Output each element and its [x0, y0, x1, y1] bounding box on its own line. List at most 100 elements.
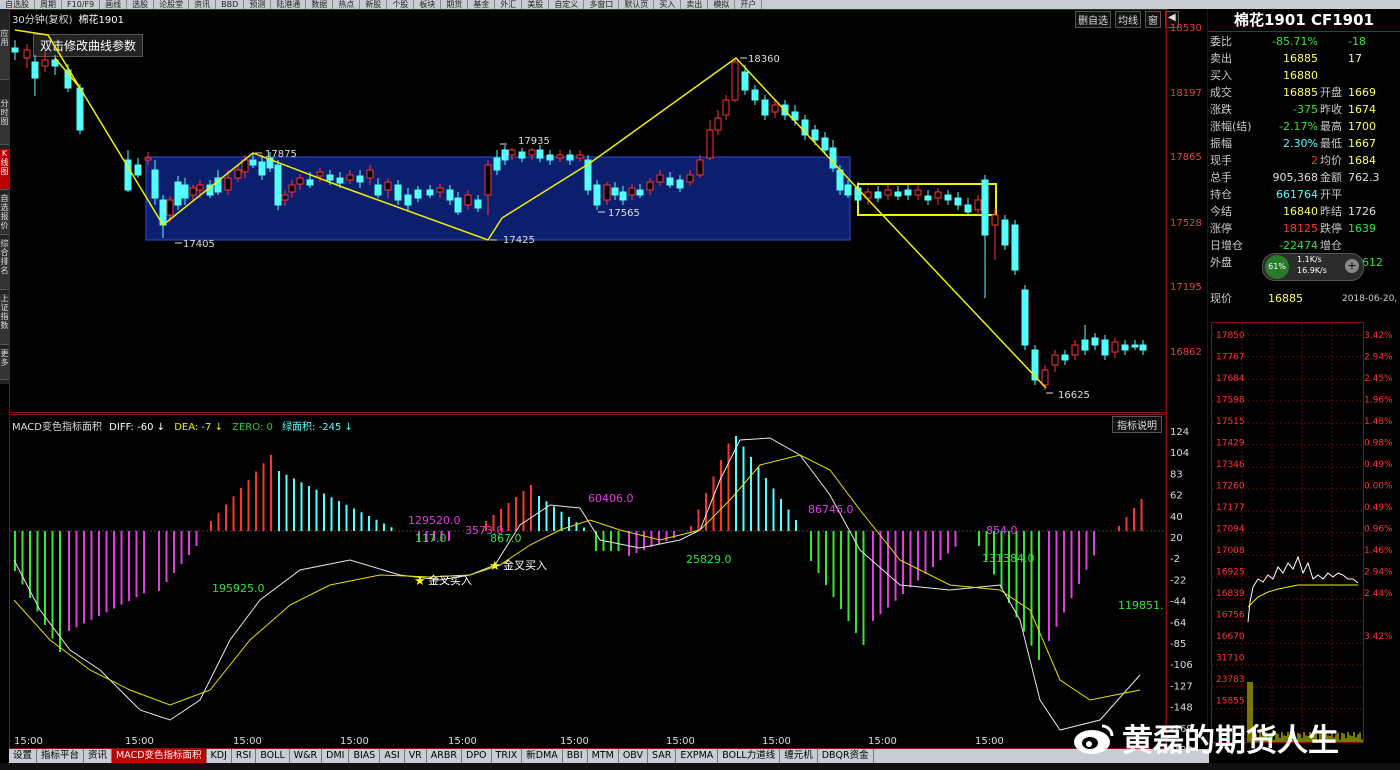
indicator-tab[interactable]: SAR [648, 749, 677, 763]
candle-body [771, 104, 779, 113]
indicator-tab[interactable]: 新DMA [522, 749, 563, 763]
macd-bar [180, 531, 183, 564]
mini-price-tick: 17094 [1216, 525, 1245, 535]
candle [593, 180, 601, 210]
quote-value-1: 661764 [1276, 188, 1318, 201]
macd-bar [978, 531, 980, 546]
macd-area-annotation: 129520.0 [408, 514, 461, 527]
indicator-tab[interactable]: ASI [380, 749, 405, 763]
macd-tick: -148 [1170, 703, 1193, 714]
quote-label-1: 今结 [1210, 205, 1232, 218]
speed-widget[interactable]: 61% 1.1K/s 16.9K/s + [1262, 253, 1364, 281]
mini-pct-tick: 2.94% [1364, 353, 1393, 363]
indicator-tab[interactable]: BOLL [256, 749, 290, 763]
indicator-tab[interactable]: BBI [563, 749, 588, 763]
macd-bar [825, 531, 827, 585]
candle-body [666, 177, 674, 186]
golden-cross-label: 金叉买入 [503, 558, 547, 572]
indicator-tab[interactable]: VR [405, 749, 427, 763]
quote-row: 涨跌 -375 昨收 1674 [1208, 101, 1400, 118]
macd-bar [240, 488, 242, 531]
indicator-tab[interactable]: TRIX [492, 749, 523, 763]
quote-value-1: 16840 [1283, 205, 1318, 218]
quote-row: 振幅 2.30% 最低 1667 [1208, 135, 1400, 152]
add-icon[interactable]: + [1345, 259, 1359, 273]
indicator-tab[interactable]: EXPMA [676, 749, 719, 763]
macd-bar [360, 512, 363, 531]
indicator-tab[interactable]: 缠元机 [780, 749, 818, 763]
quote-value-2: 1700 [1348, 120, 1376, 133]
candle-body [31, 61, 39, 79]
macd-bar [105, 531, 108, 613]
macd-bar [308, 486, 310, 531]
candle [981, 175, 989, 298]
candle [731, 58, 739, 102]
indicator-tab[interactable]: 设置 [9, 749, 38, 763]
macd-area-annotation: 25829.0 [686, 553, 732, 566]
quote-row: 日增仓 -22474 增仓 [1208, 237, 1400, 254]
macd-bar [135, 531, 138, 598]
macd-bar [1015, 531, 1018, 618]
macd-bar [772, 488, 775, 531]
indicator-tab[interactable]: 资讯 [84, 749, 113, 763]
macd-bar [448, 531, 450, 541]
mini-price-tick: 17850 [1216, 331, 1245, 341]
mini-price-tick: 17429 [1216, 439, 1245, 449]
quote-label-1: 外盘 [1210, 256, 1232, 269]
indicator-tab[interactable]: RSI [232, 749, 257, 763]
indicator-tab[interactable]: MACD变色指标面积 [112, 749, 207, 763]
indicator-tab[interactable]: DMI [322, 749, 350, 763]
macd-bar [795, 520, 797, 531]
now-label: 现价 [1210, 292, 1232, 305]
candle [1021, 285, 1029, 350]
candle-body [914, 189, 922, 196]
macd-dea: DEA: -7 ↓ [174, 422, 223, 433]
candle-body [656, 174, 664, 183]
mini-price-tick: 16670 [1216, 632, 1245, 642]
intraday-mini-chart[interactable]: 17850 17767 17684 17598 17515 17429 17346 17260… [1208, 317, 1400, 757]
candle [274, 160, 282, 210]
price-annotation: 17565 [608, 208, 640, 219]
time-tick: 15:00 [448, 736, 477, 747]
macd-bar [855, 531, 857, 633]
indicator-tab[interactable]: OBV [619, 749, 649, 763]
indicator-tab[interactable]: DBQR资金 [818, 749, 874, 763]
candle-body [954, 197, 962, 206]
indicator-tab[interactable]: BOLL力道线 [718, 749, 781, 763]
diff-line [13, 437, 1141, 731]
macd-bar [293, 478, 295, 531]
mini-pct-tick: 0.49% [1364, 460, 1393, 470]
now-value: 16885 [1268, 292, 1303, 305]
kline-macd-chart[interactable]: 18360 17875 17935 17405 17425 17565 16625 1853… [0, 0, 1208, 750]
candle-body [306, 179, 314, 186]
golden-cross-label: 金叉买入 [428, 573, 472, 587]
macd-bar [1070, 531, 1073, 599]
candle-body [166, 199, 174, 216]
indicator-tab[interactable]: MTM [588, 749, 619, 763]
candle [934, 188, 942, 205]
indicator-tab[interactable]: DPO [462, 749, 492, 763]
candle-body [731, 61, 739, 101]
macd-bar [583, 527, 585, 531]
macd-bar [902, 531, 904, 594]
now-datetime: 2018-06-20, [1342, 294, 1398, 304]
candle-body [536, 149, 544, 159]
indicator-tab[interactable]: BIAS [349, 749, 381, 763]
indicator-tab[interactable]: KDJ [207, 749, 232, 763]
candle [874, 186, 882, 202]
macd-area-annotation: 86746.0 [808, 503, 854, 516]
indicator-tab[interactable]: W&R [290, 749, 323, 763]
weibo-logo-icon [1074, 724, 1114, 754]
indicator-tab[interactable]: ARBR [427, 749, 463, 763]
macd-tick: -85 [1170, 639, 1186, 650]
macd-bar [522, 491, 525, 531]
mini-price-tick: 16839 [1216, 589, 1245, 599]
macd-bar [255, 471, 257, 531]
indicator-explain-button[interactable]: 指标说明 [1112, 416, 1162, 433]
weibo-watermark: 黄磊的期货人生 [1072, 715, 1339, 760]
macd-bar [217, 512, 220, 531]
macd-bar [954, 531, 957, 547]
indicator-tab[interactable]: 指标平台 [37, 749, 85, 763]
candle-body [1091, 337, 1099, 346]
candle [134, 158, 142, 178]
